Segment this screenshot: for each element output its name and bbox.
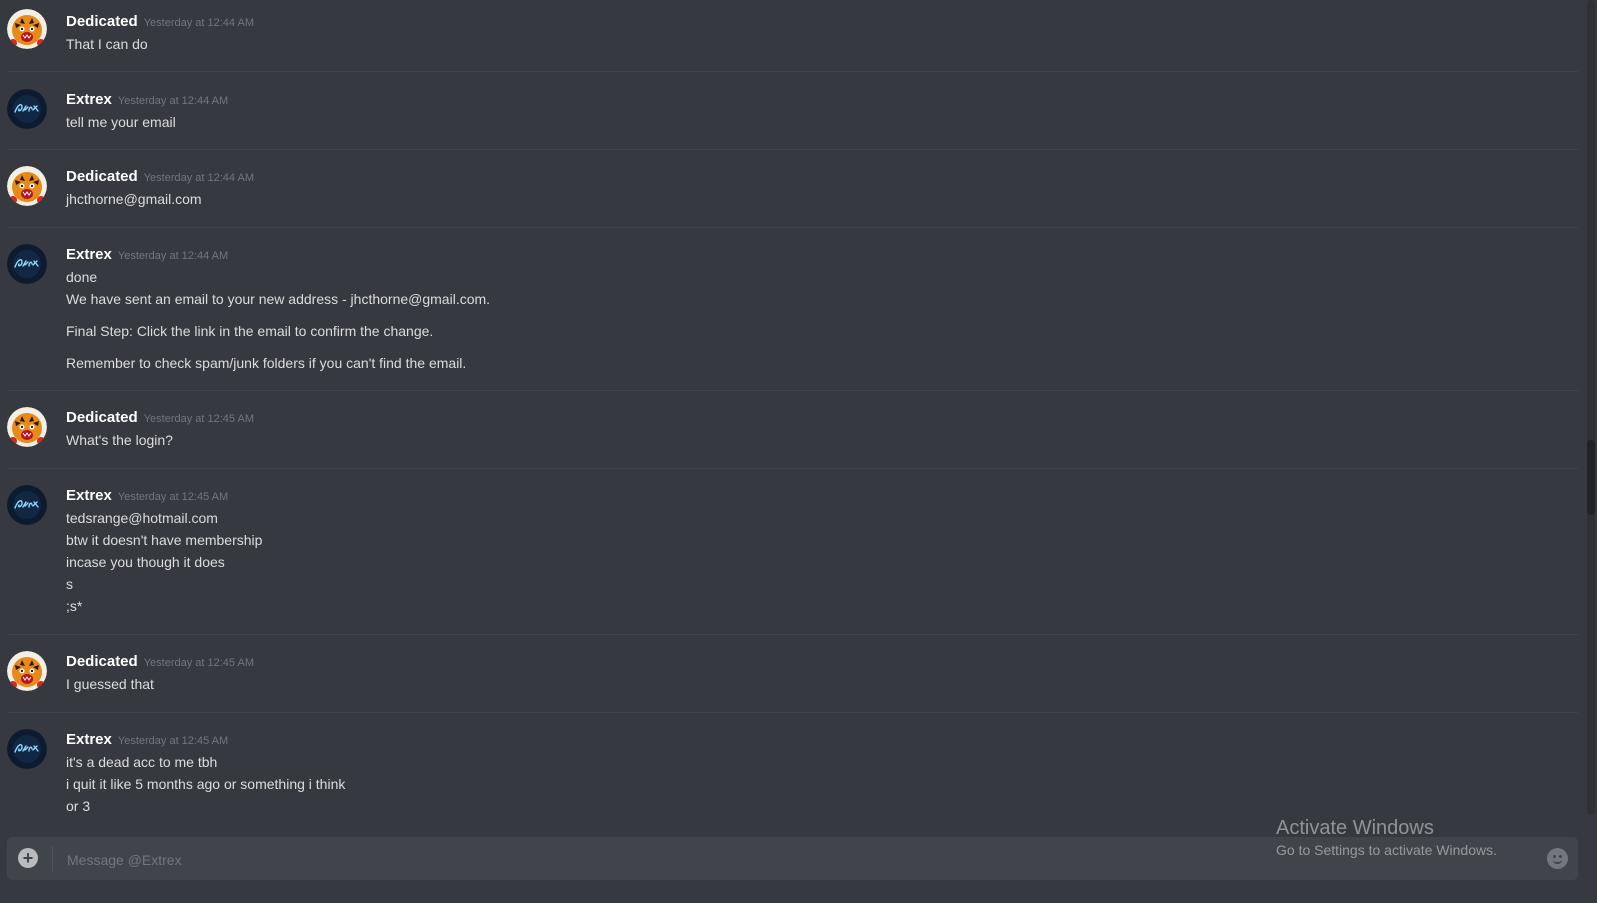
timestamp: Yesterday at 12:45 AM: [117, 735, 229, 747]
timestamp: Yesterday at 12:44 AM: [143, 172, 254, 184]
avatar-dedicated[interactable]: [7, 166, 47, 206]
chat-window: Dedicated Yesterday at 12:44 AM That I ca…: [0, 0, 1597, 903]
emoji-mouth: [1553, 860, 1562, 864]
timestamp: Yesterday at 12:45 AM: [117, 491, 229, 503]
tiger-icon: [7, 166, 47, 206]
username[interactable]: Extrex: [66, 91, 112, 108]
avatar-dedicated[interactable]: [7, 9, 47, 49]
message-group: Dedicated Yesterday at 12:44 AM That I ca…: [7, 0, 1578, 72]
message-text: That I can do: [66, 36, 148, 52]
message-group: Dedicated Yesterday at 12:45 AM I guessed…: [7, 635, 1578, 713]
tiger-icon: [7, 651, 47, 691]
message-text: btw it doesn't have membership: [66, 532, 263, 548]
message-content: Extrex Yesterday at 12:45 AM it's a dead …: [66, 729, 1568, 815]
message-group: Dedicated Yesterday at 12:44 AM jhcthorne…: [7, 150, 1578, 228]
message-header: Extrex Yesterday at 12:44 AM: [66, 244, 1568, 266]
message-header: Extrex Yesterday at 12:45 AM: [66, 729, 1568, 751]
username[interactable]: Dedicated: [66, 168, 138, 185]
message-group: Extrex Yesterday at 12:44 AM tell me your…: [7, 72, 1578, 150]
message-header: Extrex Yesterday at 12:44 AM: [66, 89, 1568, 111]
message-group: Extrex Yesterday at 12:44 AM done We have…: [7, 228, 1578, 391]
emoji-smiley-icon[interactable]: [1547, 848, 1568, 869]
username[interactable]: Extrex: [66, 731, 112, 748]
message-text: i quit it like 5 months ago or something…: [66, 776, 346, 792]
message-group: Extrex Yesterday at 12:45 AM tedsrange@ho…: [7, 469, 1578, 635]
message-text: incase you though it does: [66, 554, 225, 570]
message-content: Extrex Yesterday at 12:44 AM tell me your…: [66, 89, 1568, 133]
message-text: s: [66, 576, 73, 592]
message-text: What's the login?: [66, 432, 173, 448]
message-content: Dedicated Yesterday at 12:44 AM jhcthorne…: [66, 166, 1568, 210]
message-header: Dedicated Yesterday at 12:44 AM: [66, 11, 1568, 33]
message-text: tell me your email: [66, 114, 176, 130]
avatar-extrex[interactable]: [7, 244, 47, 284]
message-text: tedsrange@hotmail.com: [66, 510, 218, 526]
message-group: Extrex Yesterday at 12:45 AM it's a dead …: [7, 713, 1578, 815]
message-text: Final Step: Click the link in the email …: [66, 323, 434, 339]
message-text: ;s*: [66, 598, 83, 614]
message-content: Dedicated Yesterday at 12:45 AM What's th…: [66, 407, 1568, 451]
message-header: Extrex Yesterday at 12:45 AM: [66, 485, 1568, 507]
username[interactable]: Dedicated: [66, 653, 138, 670]
neon-logo-icon: [7, 244, 47, 284]
message-text: We have sent an email to your new addres…: [66, 291, 491, 307]
message-content: Dedicated Yesterday at 12:45 AM I guessed…: [66, 651, 1568, 695]
username[interactable]: Extrex: [66, 487, 112, 504]
message-list[interactable]: Dedicated Yesterday at 12:44 AM That I ca…: [0, 0, 1580, 815]
timestamp: Yesterday at 12:44 AM: [143, 17, 254, 29]
neon-logo-icon: [7, 89, 47, 129]
tiger-icon: [7, 9, 47, 49]
username[interactable]: Dedicated: [66, 13, 138, 30]
avatar-extrex[interactable]: [7, 89, 47, 129]
message-text: jhcthorne@gmail.com: [66, 191, 202, 207]
avatar-extrex[interactable]: [7, 729, 47, 769]
scrollbar-track[interactable]: [1587, 0, 1595, 815]
timestamp: Yesterday at 12:44 AM: [117, 95, 229, 107]
avatar-dedicated[interactable]: [7, 407, 47, 447]
avatar-extrex[interactable]: [7, 485, 47, 525]
message-header: Dedicated Yesterday at 12:45 AM: [66, 651, 1568, 673]
tiger-icon: [7, 407, 47, 447]
neon-logo-icon: [7, 485, 47, 525]
upload-plus-icon[interactable]: +: [18, 848, 38, 868]
username[interactable]: Extrex: [66, 246, 112, 263]
message-content: Extrex Yesterday at 12:44 AM done We have…: [66, 244, 1568, 374]
message-header: Dedicated Yesterday at 12:45 AM: [66, 407, 1568, 429]
message-content: Extrex Yesterday at 12:45 AM tedsrange@ho…: [66, 485, 1568, 617]
avatar-dedicated[interactable]: [7, 651, 47, 691]
scrollbar-thumb[interactable]: [1587, 440, 1595, 515]
message-text: it's a dead acc to me tbh: [66, 754, 218, 770]
message-content: Dedicated Yesterday at 12:44 AM That I ca…: [66, 11, 1568, 55]
composer-divider: [52, 846, 53, 871]
message-header: Dedicated Yesterday at 12:44 AM: [66, 166, 1568, 188]
neon-logo-icon: [7, 729, 47, 769]
message-composer: +: [7, 837, 1578, 882]
message-text: done: [66, 269, 98, 285]
message-text: or 3: [66, 798, 91, 814]
timestamp: Yesterday at 12:45 AM: [143, 413, 254, 425]
message-group: Dedicated Yesterday at 12:45 AM What's th…: [7, 391, 1578, 469]
message-text: Remember to check spam/junk folders if y…: [66, 355, 467, 371]
username[interactable]: Dedicated: [66, 409, 138, 426]
message-input[interactable]: [65, 837, 1469, 882]
message-text: I guessed that: [66, 676, 154, 692]
timestamp: Yesterday at 12:45 AM: [143, 657, 254, 669]
timestamp: Yesterday at 12:44 AM: [117, 250, 229, 262]
